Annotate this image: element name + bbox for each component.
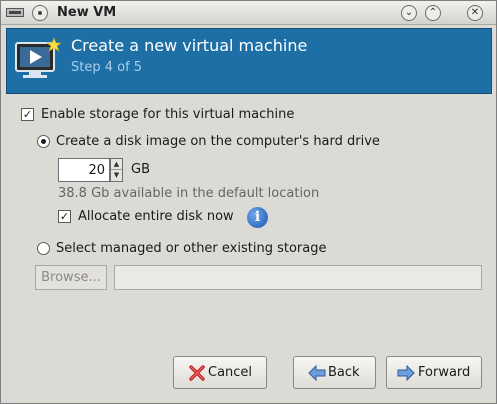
close-icon[interactable]: ✕ <box>467 5 483 21</box>
monitor-play-icon <box>15 37 61 78</box>
browse-button[interactable]: Browse... <box>35 265 107 290</box>
disk-size-input[interactable] <box>58 158 110 182</box>
cancel-button-label: Cancel <box>208 365 253 380</box>
wizard-header: Create a new virtual machine Step 4 of 5 <box>6 28 492 94</box>
create-disk-radio[interactable] <box>37 135 50 148</box>
info-icon[interactable]: i <box>247 207 268 228</box>
left-arrow-icon <box>308 365 326 381</box>
maximize-icon[interactable]: ⌃ <box>425 5 441 21</box>
disk-size-stepper[interactable]: ▲ ▼ <box>110 158 123 182</box>
cancel-button[interactable]: Cancel <box>173 356 267 389</box>
right-arrow-icon <box>397 365 415 381</box>
available-space-text: 38.8 Gb available in the default locatio… <box>58 186 320 201</box>
managed-storage-label[interactable]: Select managed or other existing storage <box>56 241 326 256</box>
window-title: New VM <box>57 5 117 20</box>
header-title: Create a new virtual machine <box>71 36 308 55</box>
sticky-icon[interactable] <box>32 5 48 21</box>
storage-path-input[interactable] <box>114 265 482 290</box>
title-bar: New VM ⌄ ⌃ ✕ <box>1 1 496 25</box>
enable-storage-checkbox[interactable]: ✓ <box>21 108 34 121</box>
new-vm-dialog: New VM ⌄ ⌃ ✕ Create a new virtual machin… <box>0 0 497 404</box>
allocate-disk-checkbox[interactable]: ✓ <box>58 210 71 223</box>
header-step: Step 4 of 5 <box>71 60 143 75</box>
back-button[interactable]: Back <box>293 356 376 389</box>
allocate-disk-label[interactable]: Allocate entire disk now <box>78 209 234 224</box>
back-button-label: Back <box>328 365 360 380</box>
red-x-icon <box>189 365 205 381</box>
minimize-icon[interactable]: ⌄ <box>401 5 417 21</box>
increment-icon[interactable]: ▲ <box>111 159 122 170</box>
managed-storage-radio[interactable] <box>37 242 50 255</box>
forward-button[interactable]: Forward <box>386 356 482 389</box>
decrement-icon[interactable]: ▼ <box>111 170 122 181</box>
window-menu-icon[interactable] <box>6 8 24 17</box>
create-disk-label[interactable]: Create a disk image on the computer's ha… <box>56 134 380 149</box>
forward-button-label: Forward <box>418 365 471 380</box>
enable-storage-label[interactable]: Enable storage for this virtual machine <box>41 107 294 122</box>
disk-size-unit: GB <box>131 162 150 177</box>
